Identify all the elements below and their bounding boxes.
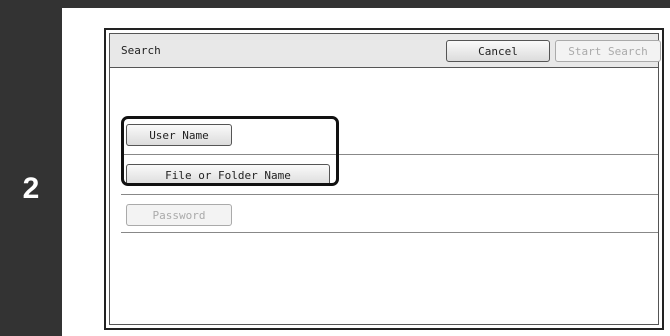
start-search-button[interactable]: Start Search <box>555 40 661 62</box>
search-panel: Search Cancel Start Search User Name Fil… <box>104 28 664 330</box>
step-number: 2 <box>22 172 40 205</box>
row-divider <box>121 154 658 155</box>
search-panel-inner: Search Cancel Start Search User Name Fil… <box>109 33 661 325</box>
cancel-button[interactable]: Cancel <box>446 40 550 62</box>
step-sidebar <box>0 0 62 336</box>
row-divider <box>121 194 658 195</box>
top-bar <box>0 0 670 8</box>
panel-header: Search Cancel Start Search <box>110 34 661 68</box>
row-divider <box>121 232 658 233</box>
user-name-button[interactable]: User Name <box>126 124 232 146</box>
file-or-folder-name-button[interactable]: File or Folder Name <box>126 164 330 186</box>
password-button[interactable]: Password <box>126 204 232 226</box>
panel-title: Search <box>121 44 161 57</box>
